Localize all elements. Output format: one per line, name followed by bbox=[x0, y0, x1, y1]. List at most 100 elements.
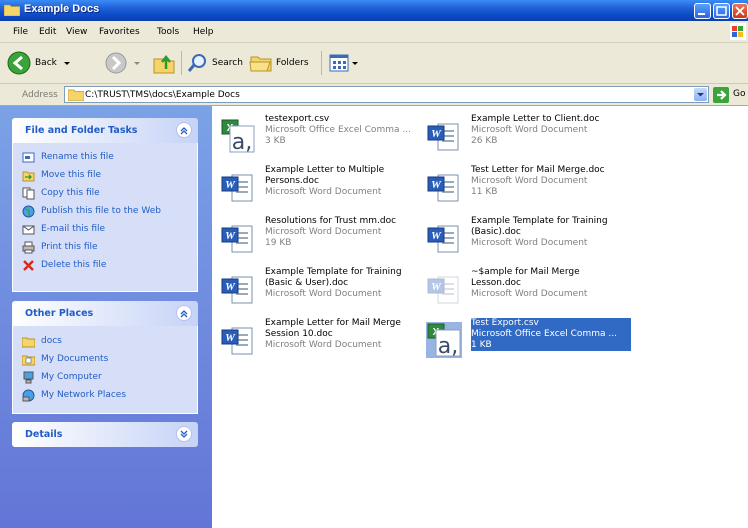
file-item[interactable]: W Test Letter for Mail Merge.doc Microsoft… bbox=[422, 165, 627, 209]
forward-button[interactable] bbox=[104, 49, 142, 77]
place-docs[interactable]: docs bbox=[22, 334, 62, 348]
back-button[interactable]: Back bbox=[6, 49, 72, 77]
file-item[interactable]: W Example Letter to Multiple Persons.doc M… bbox=[216, 165, 421, 209]
minimize-button[interactable] bbox=[694, 3, 711, 19]
close-icon bbox=[735, 6, 745, 16]
file-name: testexport.csv bbox=[265, 114, 330, 124]
menu-favorites[interactable]: Favorites bbox=[99, 27, 140, 37]
file-text: Example Letter for Mail Merge Session 10… bbox=[265, 318, 425, 351]
file-item[interactable]: W Example Template for Training (Basic).d… bbox=[422, 216, 627, 260]
word-document-icon: W bbox=[221, 327, 253, 355]
file-type: Microsoft Word Document bbox=[471, 125, 588, 135]
folders-icon bbox=[249, 56, 272, 72]
views-button[interactable] bbox=[329, 49, 359, 77]
file-name: Resolutions for Trust mm.doc bbox=[265, 216, 397, 226]
folder-icon bbox=[22, 337, 35, 347]
file-size: 19 KB bbox=[265, 238, 292, 248]
maximize-button[interactable] bbox=[713, 3, 730, 19]
file-text: Resolutions for Trust mm.doc Microsoft Wo… bbox=[265, 216, 425, 249]
chevron-up-icon bbox=[180, 127, 188, 135]
close-button[interactable] bbox=[732, 3, 748, 19]
panel-header[interactable]: Details bbox=[12, 422, 198, 447]
file-item[interactable]: W Example Letter for Mail Merge Session 1… bbox=[216, 318, 421, 362]
folders-button[interactable]: Folders bbox=[249, 49, 309, 77]
word-document-icon: W bbox=[427, 174, 459, 202]
title-bar: Example Docs bbox=[0, 0, 748, 21]
email-icon bbox=[22, 225, 35, 234]
task-publish-web[interactable]: Publish this file to the Web bbox=[22, 204, 161, 218]
file-item[interactable]: Xa, testexport.csvMicrosoft Office Excel … bbox=[216, 114, 421, 158]
address-bar: Address C:\TRUST\TMS\docs\Example Docs G… bbox=[0, 84, 748, 106]
go-button[interactable]: Go bbox=[713, 87, 748, 103]
file-type: Microsoft Word Document bbox=[471, 238, 588, 248]
panel-title: File and Folder Tasks bbox=[25, 125, 138, 136]
move-icon bbox=[22, 171, 35, 181]
place-my-computer[interactable]: My Computer bbox=[22, 370, 102, 384]
file-item[interactable]: W Resolutions for Trust mm.doc Microsoft W… bbox=[216, 216, 421, 260]
file-item[interactable]: W Example Letter to Client.doc Microsoft W… bbox=[422, 114, 627, 158]
file-type: Microsoft Office Excel Comma ... bbox=[471, 329, 617, 339]
place-my-documents[interactable]: My Documents bbox=[22, 352, 108, 366]
menu-edit[interactable]: Edit bbox=[39, 27, 56, 37]
menu-view[interactable]: View bbox=[66, 27, 87, 37]
copy-icon bbox=[22, 187, 35, 199]
search-button[interactable]: Search bbox=[187, 49, 243, 77]
maximize-icon bbox=[716, 6, 727, 16]
panel-header[interactable]: File and Folder Tasks bbox=[12, 118, 198, 143]
file-item[interactable]: W ~$ample for Mail Merge Lesson.doc Micros… bbox=[422, 267, 627, 311]
word-document-icon: W bbox=[427, 225, 459, 253]
forward-arrow-icon bbox=[105, 52, 127, 74]
file-size: 26 KB bbox=[471, 136, 498, 146]
file-type: Microsoft Word Document bbox=[471, 289, 588, 299]
address-input[interactable]: C:\TRUST\TMS\docs\Example Docs bbox=[64, 86, 709, 103]
place-my-network-places[interactable]: My Network Places bbox=[22, 388, 126, 402]
menu-tools[interactable]: Tools bbox=[157, 27, 179, 37]
svg-text:W: W bbox=[225, 281, 236, 293]
task-delete[interactable]: Delete this file bbox=[22, 258, 106, 272]
minimize-icon bbox=[698, 13, 705, 15]
word-document-icon: W bbox=[427, 123, 459, 151]
menu-help[interactable]: Help bbox=[193, 27, 214, 37]
task-pane: File and Folder Tasks Rename this file M… bbox=[0, 106, 212, 528]
file-name: Example Letter to Client.doc bbox=[471, 114, 600, 124]
svg-text:a,: a, bbox=[232, 130, 252, 154]
folder-icon bbox=[68, 89, 84, 101]
excel-csv-icon: Xa, bbox=[426, 322, 462, 358]
task-rename[interactable]: Rename this file bbox=[22, 150, 114, 164]
panel-title: Details bbox=[25, 429, 63, 440]
file-size: 3 KB bbox=[265, 136, 286, 146]
menu-file[interactable]: File bbox=[13, 27, 28, 37]
file-size: 1 KB bbox=[471, 340, 492, 350]
back-arrow-icon bbox=[7, 51, 31, 75]
file-folder-tasks-panel: File and Folder Tasks Rename this file M… bbox=[12, 118, 198, 292]
file-text: Example Template for Training (Basic).do… bbox=[471, 216, 631, 249]
task-email[interactable]: E-mail this file bbox=[22, 222, 105, 236]
collapse-button[interactable] bbox=[176, 122, 192, 138]
task-move[interactable]: Move this file bbox=[22, 168, 101, 182]
file-type: Microsoft Word Document bbox=[471, 176, 588, 186]
file-type: Microsoft Word Document bbox=[265, 340, 382, 350]
file-item[interactable]: Xa, Test Export.csvMicrosoft Office Excel… bbox=[422, 318, 631, 362]
views-icon bbox=[329, 54, 349, 72]
svg-text:W: W bbox=[431, 179, 442, 191]
toolbar: Back Search Folders bbox=[0, 43, 748, 84]
expand-button[interactable] bbox=[176, 426, 192, 442]
file-item[interactable]: W Example Template for Training (Basic & … bbox=[216, 267, 421, 311]
collapse-button[interactable] bbox=[176, 305, 192, 321]
file-type: Microsoft Word Document bbox=[265, 227, 382, 237]
task-copy[interactable]: Copy this file bbox=[22, 186, 100, 200]
delete-icon bbox=[23, 259, 34, 271]
file-type: Microsoft Office Excel Comma ... bbox=[265, 125, 411, 135]
chevron-down-icon bbox=[180, 430, 188, 438]
file-name: Example Template for Training (Basic).do… bbox=[471, 216, 608, 237]
file-size: 11 KB bbox=[471, 187, 498, 197]
window-title: Example Docs bbox=[24, 3, 100, 15]
up-folder-button[interactable] bbox=[152, 49, 176, 77]
file-list: Xa,testexport.csvMicrosoft Office Excel … bbox=[212, 106, 748, 528]
address-dropdown-button[interactable] bbox=[694, 88, 707, 101]
task-print[interactable]: Print this file bbox=[22, 240, 98, 254]
address-label: Address bbox=[22, 90, 58, 100]
chevron-down-icon bbox=[352, 62, 358, 65]
panel-header[interactable]: Other Places bbox=[12, 301, 198, 326]
rename-icon bbox=[22, 152, 35, 162]
